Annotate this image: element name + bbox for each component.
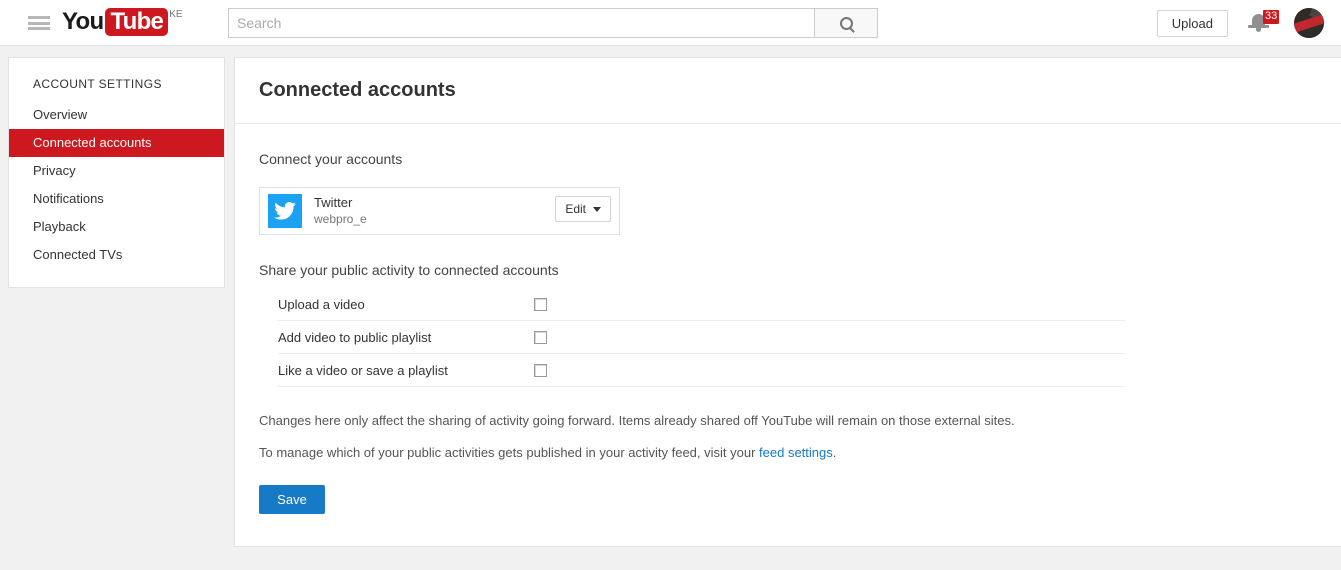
main-header: Connected accounts	[235, 58, 1341, 124]
share-row-label: Upload a video	[278, 296, 365, 312]
account-name: Twitter	[314, 195, 353, 211]
youtube-logo[interactable]: You Tube KE	[62, 8, 183, 36]
note-feed-settings-prefix: To manage which of your public activitie…	[259, 445, 760, 460]
logo-tube-text: Tube	[105, 8, 169, 36]
share-checkbox-add-video-to-public-playlist[interactable]	[534, 330, 547, 344]
avatar-band-shape	[1294, 13, 1324, 34]
edit-button-label: Edit	[565, 202, 586, 216]
sidebar: ACCOUNT SETTINGS Overview Connected acco…	[8, 57, 225, 288]
account-text: Twitter webpro_e	[314, 195, 367, 226]
search-button[interactable]	[814, 8, 878, 38]
connect-section-title: Connect your accounts	[259, 151, 403, 167]
sidebar-item-connected-accounts[interactable]: Connected accounts	[9, 129, 224, 157]
twitter-icon	[268, 194, 302, 228]
feed-settings-link[interactable]: feed settings	[759, 445, 833, 460]
masthead: You Tube KE Upload 33	[0, 0, 1341, 46]
search-input[interactable]	[228, 8, 814, 38]
page-title: Connected accounts	[259, 79, 456, 101]
search-icon	[839, 16, 853, 30]
note-sharing-forward: Changes here only affect the sharing of …	[259, 413, 1015, 428]
avatar[interactable]	[1294, 8, 1324, 38]
sidebar-item-notifications[interactable]: Notifications	[9, 185, 224, 213]
upload-button-label: Upload	[1171, 16, 1213, 31]
sidebar-item-overview[interactable]: Overview	[9, 101, 224, 129]
share-row-add-video-to-public-playlist: Add video to public playlist	[278, 321, 1125, 354]
sidebar-item-privacy[interactable]: Privacy	[9, 157, 224, 185]
share-section-title: Share your public activity to connected …	[259, 262, 559, 278]
logo-country-code: KE	[169, 9, 183, 20]
note-feed-settings: To manage which of your public activitie…	[235, 428, 1341, 460]
account-handle: webpro_e	[314, 211, 367, 226]
share-row-label: Like a video or save a playlist	[278, 362, 448, 378]
sidebar-item-connected-tvs[interactable]: Connected TVs	[9, 241, 224, 269]
share-row-label: Add video to public playlist	[278, 329, 432, 345]
hamburger-icon[interactable]	[28, 13, 50, 33]
share-row-like-a-video-or-save-a-playlist: Like a video or save a playlist	[278, 354, 1125, 387]
sidebar-title: ACCOUNT SETTINGS	[33, 77, 162, 91]
note-feed-settings-suffix: .	[832, 445, 837, 460]
notification-count-badge: 33	[1263, 10, 1280, 24]
search-bar	[228, 8, 878, 38]
share-settings-list: Upload a video Add video to public playl…	[278, 288, 1125, 387]
share-row-upload-a-video: Upload a video	[278, 288, 1125, 321]
edit-account-button[interactable]: Edit	[555, 196, 611, 222]
notifications-button[interactable]: 33	[1248, 10, 1280, 38]
chevron-down-icon	[593, 206, 601, 212]
logo-you-text: You	[62, 8, 104, 35]
sidebar-item-playback[interactable]: Playback	[9, 213, 224, 241]
main-panel: Connected accounts Connect your accounts…	[234, 57, 1341, 547]
share-checkbox-like-a-video-or-save-a-playlist[interactable]	[534, 363, 547, 377]
upload-button[interactable]: Upload	[1156, 10, 1228, 37]
connected-account-card: Twitter webpro_e Edit	[259, 187, 620, 235]
save-button[interactable]: Save	[259, 485, 325, 514]
share-checkbox-upload-a-video[interactable]	[534, 297, 547, 311]
